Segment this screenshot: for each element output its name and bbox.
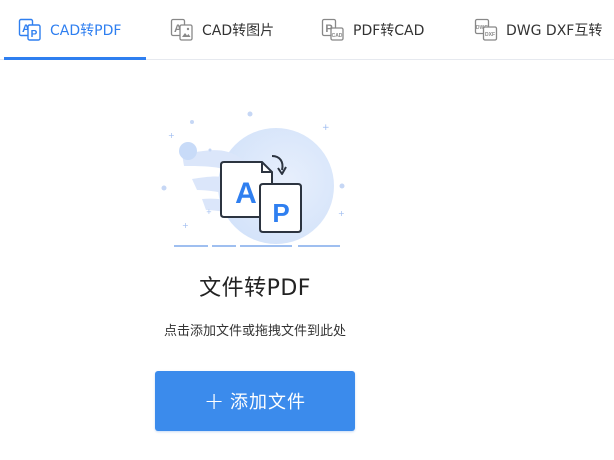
app-window: A P CAD转PDF A CAD转图片 P CAD PDF转CAD DWG D… [0, 0, 614, 460]
svg-text:+: + [182, 221, 189, 230]
tab-label: DWG DXF互转 [506, 22, 603, 39]
doc-letter-a: A [235, 177, 257, 210]
active-tab-indicator [4, 57, 146, 60]
tab-label: CAD转图片 [202, 22, 275, 39]
tab-label: PDF转CAD [353, 22, 425, 39]
dwg-dxf-icon: DWG DXF [474, 18, 498, 41]
ap-convert-icon: A P [18, 18, 41, 41]
image-convert-icon: A [170, 18, 193, 41]
svg-text:CAD: CAD [332, 33, 343, 39]
plus-icon: + [203, 387, 225, 415]
page-title: 文件转PDF [199, 276, 311, 301]
svg-text:P: P [31, 29, 38, 40]
add-file-label: 添加文件 [230, 392, 307, 413]
tab-dwg-dxf-convert[interactable]: DWG DXF DWG DXF互转 [474, 0, 602, 59]
svg-text:+: + [322, 123, 330, 133]
svg-text:+: + [206, 208, 212, 216]
tab-cad-to-pdf[interactable]: A P CAD转PDF [4, 0, 146, 60]
tab-label: CAD转PDF [50, 22, 122, 39]
tab-cad-to-image[interactable]: A CAD转图片 [170, 0, 274, 59]
file-convert-illustration: + + + + + A P [161, 111, 345, 247]
doc-letter-p: P [272, 198, 289, 228]
pdf-cad-icon: P CAD [321, 18, 344, 41]
tab-pdf-to-cad[interactable]: P CAD PDF转CAD [321, 0, 424, 59]
svg-text:+: + [168, 131, 175, 140]
svg-text:+: + [338, 209, 345, 218]
svg-text:DXF: DXF [485, 32, 495, 38]
drop-hint-text: 点击添加文件或拖拽文件到此处 [163, 324, 346, 339]
tab-bar: A P CAD转PDF A CAD转图片 P CAD PDF转CAD DWG D… [0, 0, 614, 60]
add-file-button[interactable]: + 添加文件 [155, 371, 355, 431]
